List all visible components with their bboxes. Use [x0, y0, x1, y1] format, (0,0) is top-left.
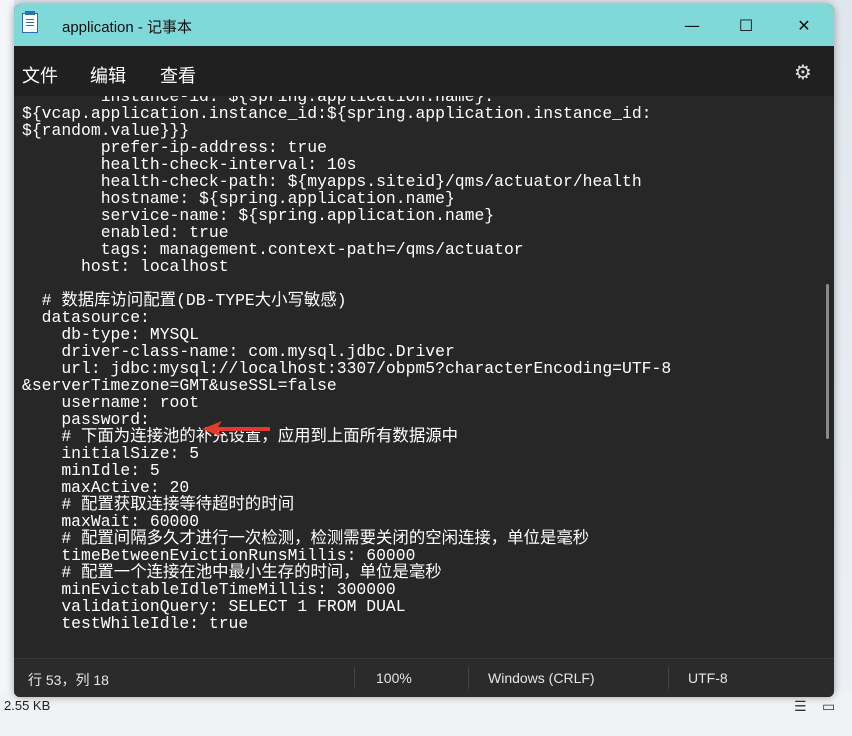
text-editor[interactable]: instance-id: ${spring.application.name}:…: [14, 96, 822, 658]
title-bar[interactable]: application - 记事本 — ☐ ✕: [14, 4, 834, 46]
list-view-icon[interactable]: ☰: [794, 698, 807, 715]
editor-content[interactable]: instance-id: ${spring.application.name}:…: [22, 96, 671, 632]
menu-bar: 文件 编辑 查看 ⚙: [14, 46, 834, 96]
zoom-level: 100%: [376, 670, 412, 686]
line-ending: Windows (CRLF): [488, 670, 595, 686]
background-file-size: 2.55 KB: [4, 698, 51, 713]
status-divider: [468, 667, 469, 689]
cursor-position: 行 53，列 18: [28, 672, 109, 688]
notepad-app-icon: [22, 11, 38, 33]
menu-edit[interactable]: 编辑: [90, 62, 126, 88]
minimize-button[interactable]: —: [664, 4, 720, 46]
close-button[interactable]: ✕: [776, 4, 832, 46]
status-divider: [354, 667, 355, 689]
gear-icon[interactable]: ⚙: [794, 60, 812, 84]
notepad-window: application - 记事本 — ☐ ✕ 文件 编辑 查看 ⚙ insta…: [14, 4, 834, 697]
window-title: application - 记事本: [62, 19, 193, 36]
menu-view[interactable]: 查看: [160, 62, 196, 88]
background-status-area: [0, 692, 852, 736]
maximize-button[interactable]: ☐: [718, 4, 774, 46]
status-divider: [668, 667, 669, 689]
tile-view-icon[interactable]: ▭: [822, 698, 835, 715]
menu-file[interactable]: 文件: [22, 62, 58, 88]
vertical-scrollbar[interactable]: [822, 96, 834, 658]
red-arrow-annotation: [202, 421, 270, 437]
background-window-edge: [0, 0, 14, 736]
encoding: UTF-8: [688, 670, 728, 686]
scrollbar-thumb[interactable]: [826, 284, 829, 439]
status-bar: 行 53，列 18 100% Windows (CRLF) UTF-8: [14, 658, 834, 697]
